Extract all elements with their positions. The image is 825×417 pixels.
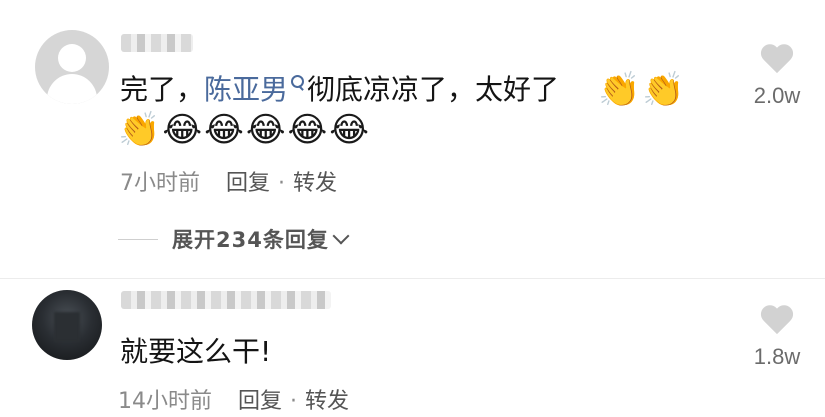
forward-button[interactable]: 转发 <box>305 389 349 414</box>
laugh-cry-emoji-icon: 😂 <box>245 110 286 150</box>
expand-divider-line <box>118 238 158 240</box>
timestamp: 14小时前 <box>118 389 212 414</box>
expand-replies-label: 展开234条回复 <box>172 228 329 252</box>
heart-icon[interactable] <box>760 45 794 75</box>
reply-button[interactable]: 回复 <box>226 171 270 196</box>
mention-link[interactable]: 陈亚男 <box>204 73 288 106</box>
avatar-body-shape <box>47 74 97 104</box>
emoji-row-1: 👏👏 <box>598 70 687 110</box>
comment-meta: 7小时前 回复 · 转发 <box>120 165 337 197</box>
like-button[interactable]: 1.8w <box>742 306 812 370</box>
avatar-blur <box>54 312 80 342</box>
search-icon[interactable] <box>289 74 307 94</box>
clap-emoji-icon: 👏 <box>118 110 161 150</box>
timestamp: 7小时前 <box>120 171 200 196</box>
emoji-row-2: 👏😂😂😂😂😂 <box>118 110 371 150</box>
laugh-cry-emoji-icon: 😂 <box>287 110 328 150</box>
expand-replies-button[interactable]: 展开234条回复 <box>118 224 350 254</box>
comment-meta: 14小时前 回复 · 转发 <box>118 383 349 415</box>
avatar[interactable] <box>32 290 102 360</box>
avatar-head-shape <box>58 44 86 72</box>
username-blurred[interactable] <box>121 34 193 52</box>
like-count: 1.8w <box>753 344 801 369</box>
comment-text: 完了，陈亚男 彻底凉凉了，太好了 <box>120 70 559 110</box>
heart-icon[interactable] <box>760 306 794 336</box>
laugh-cry-emoji-icon: 😂 <box>204 110 244 150</box>
comment-text: 就要这么干! <box>120 335 272 368</box>
comment-text-before: 完了， <box>120 73 205 106</box>
like-button[interactable]: 2.0w <box>742 45 812 109</box>
comment-text-after: 彻底凉凉了，太好了 <box>307 73 560 106</box>
clap-emoji-icon: 👏 <box>642 70 685 110</box>
reply-button[interactable]: 回复 <box>238 389 282 414</box>
avatar[interactable] <box>35 30 109 104</box>
chevron-down-icon <box>332 227 350 245</box>
laugh-cry-emoji-icon: 😂 <box>329 110 370 150</box>
dot-separator: · <box>290 389 298 414</box>
laugh-cry-emoji-icon: 😂 <box>162 110 203 150</box>
forward-button[interactable]: 转发 <box>293 171 337 196</box>
comment-1: 完了，陈亚男 彻底凉凉了，太好了 👏👏 👏😂😂😂😂😂 7小时前 回复 · 转发 展开23… <box>0 0 825 278</box>
dot-separator: · <box>278 171 286 196</box>
username-blurred[interactable] <box>121 291 331 309</box>
clap-emoji-icon: 👏 <box>598 70 641 110</box>
like-count: 2.0w <box>753 83 801 108</box>
